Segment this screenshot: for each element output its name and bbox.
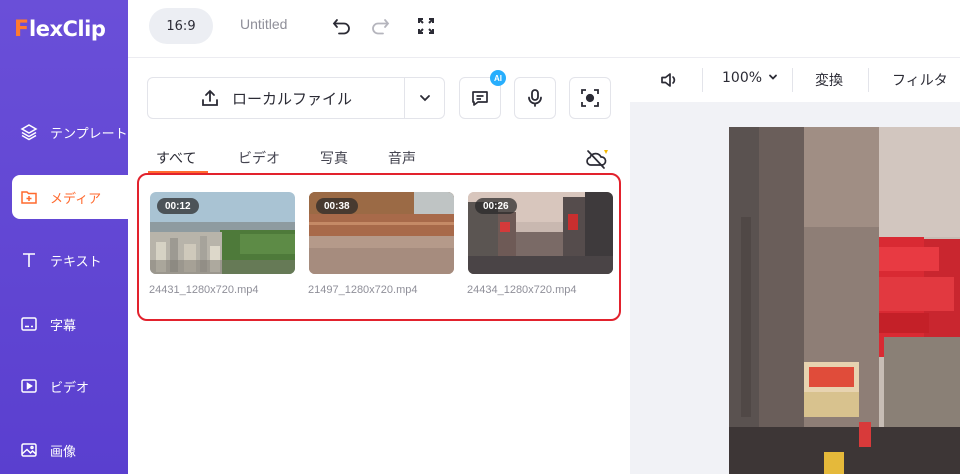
upload-icon	[200, 88, 220, 108]
volume-icon[interactable]	[660, 71, 680, 93]
media-item-filename: 24434_1280x720.mp4	[467, 284, 577, 296]
redo-icon[interactable]	[368, 14, 392, 38]
preview-toolbar: 100% 変換 フィルタ	[630, 58, 960, 102]
sidebar-item-templates[interactable]: テンプレート	[0, 110, 128, 154]
sidebar-item-label: テンプレート	[50, 126, 128, 142]
sidebar-item-text[interactable]: テキスト	[0, 238, 128, 282]
toolbar-divider	[792, 68, 793, 92]
zoom-level: 100%	[722, 70, 763, 86]
toolbar-divider	[868, 68, 869, 92]
upload-dropdown-button[interactable]	[404, 78, 444, 118]
logo-text: lexClip	[29, 17, 106, 41]
top-toolbar: 16:9 Untitled	[128, 0, 960, 58]
media-item-filename: 24431_1280x720.mp4	[149, 284, 259, 296]
tab-all[interactable]: すべて	[156, 148, 196, 168]
upload-label: ローカルファイル	[231, 89, 352, 108]
upload-local-file-button: ローカルファイル	[147, 77, 445, 119]
chevron-down-icon	[769, 74, 778, 80]
sidebar-item-label: 画像	[50, 444, 77, 460]
microphone-icon	[528, 89, 542, 107]
video-preview[interactable]	[729, 127, 960, 474]
sidebar-item-label: テキスト	[50, 254, 102, 270]
project-title[interactable]: Untitled	[240, 16, 287, 32]
filter-button[interactable]: フィルタ	[892, 70, 948, 90]
media-item-filename: 21497_1280x720.mp4	[308, 284, 418, 296]
upload-main-button[interactable]: ローカルファイル	[148, 78, 404, 118]
screen-record-button[interactable]	[569, 77, 611, 119]
flexclip-logo[interactable]: F lexClip	[14, 14, 106, 44]
media-panel: ローカルファイル AI すべて ビデオ 写真 音声 00:12 24431_12…	[128, 58, 630, 474]
transform-button[interactable]: 変換	[815, 70, 843, 90]
tab-audio[interactable]: 音声	[388, 148, 416, 168]
media-item-thumbnail[interactable]: 00:12	[150, 192, 295, 274]
aspect-ratio-button[interactable]: 16:9	[149, 8, 213, 44]
video-icon	[20, 377, 38, 395]
duration-badge: 00:38	[316, 198, 358, 214]
fullscreen-icon[interactable]	[414, 14, 438, 38]
logo-letter-f: F	[14, 16, 30, 42]
sidebar-item-label: メディア	[50, 191, 102, 207]
subtitle-icon	[20, 315, 38, 333]
text-icon	[20, 251, 38, 269]
sidebar-item-media[interactable]: メディア	[12, 175, 128, 219]
undo-icon[interactable]	[330, 14, 354, 38]
media-item-thumbnail[interactable]: 00:26	[468, 192, 613, 274]
media-item-thumbnail[interactable]: 00:38	[309, 192, 454, 274]
sidebar-item-label: ビデオ	[50, 380, 90, 396]
sidebar-item-subtitles[interactable]: 字幕	[0, 302, 128, 346]
screen-record-icon	[581, 89, 599, 107]
sidebar-item-images[interactable]: 画像	[0, 428, 128, 472]
tab-video[interactable]: ビデオ	[238, 148, 280, 168]
chevron-down-icon	[419, 95, 430, 102]
folder-add-icon	[20, 188, 38, 206]
sidebar-item-video[interactable]: ビデオ	[0, 364, 128, 408]
duration-badge: 00:12	[157, 198, 199, 214]
toolbar-divider	[702, 68, 703, 92]
chat-text-icon	[472, 91, 488, 106]
layers-icon	[20, 123, 38, 141]
ai-subtitle-button[interactable]: AI	[459, 70, 506, 119]
sidebar-item-label: 字幕	[50, 318, 77, 334]
cloud-off-icon[interactable]	[584, 148, 608, 169]
record-audio-button[interactable]	[514, 77, 556, 119]
ai-badge: AI	[490, 70, 506, 86]
zoom-select[interactable]: 100%	[722, 70, 778, 86]
image-icon	[20, 441, 38, 459]
duration-badge: 00:26	[475, 198, 517, 214]
tab-photo[interactable]: 写真	[320, 148, 348, 168]
sidebar: F lexClip テンプレート メディア テキスト 字幕 ビデオ 画像	[0, 0, 128, 474]
